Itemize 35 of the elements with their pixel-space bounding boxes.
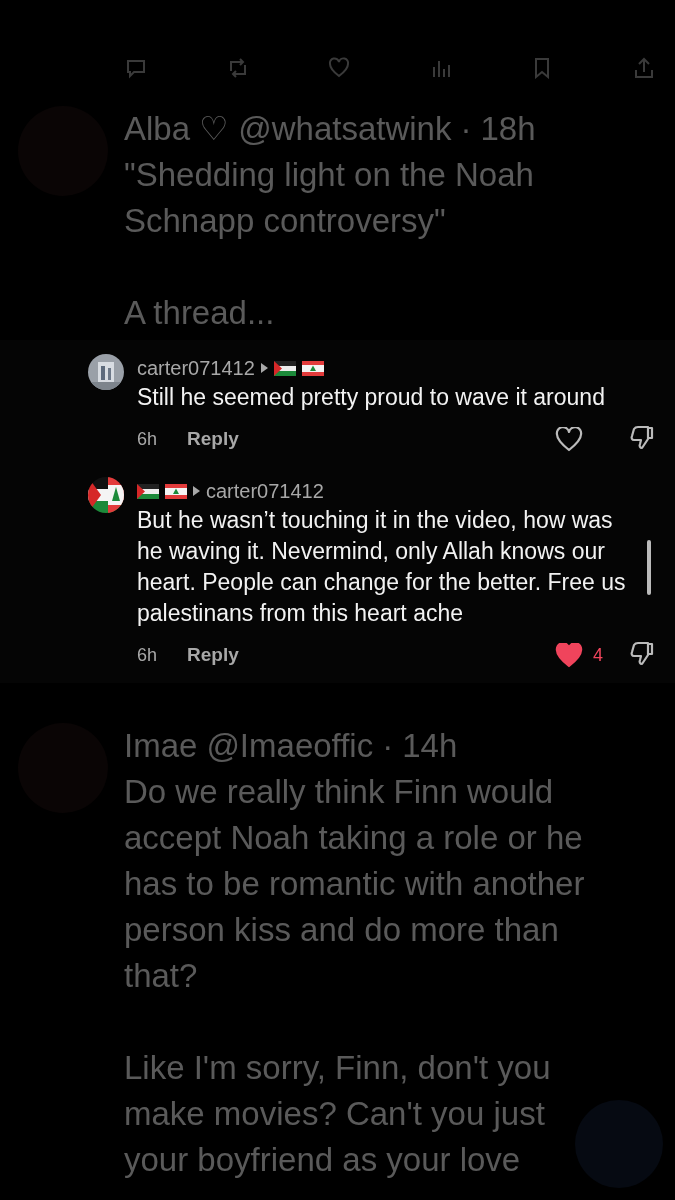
flag-avatar-icon[interactable] xyxy=(88,477,124,513)
tweet-author: Imae xyxy=(124,726,198,766)
dislike-icon[interactable] xyxy=(629,640,655,666)
flag-icon xyxy=(301,360,324,376)
tweet-text: Like I'm sorry, Finn, don't you make movies? Can't you just your boyfriend as your love xyxy=(124,1048,552,1180)
flag-icon xyxy=(273,360,296,376)
heart-icon[interactable] xyxy=(555,642,583,668)
tweet-text: "Shedding light on the Noah Schnapp controversy" xyxy=(124,155,535,241)
username[interactable]: carter071412 xyxy=(206,479,324,503)
scrollbar[interactable] xyxy=(647,540,651,595)
flag-icon xyxy=(165,483,187,499)
tweet-text: Do we really think Finn would accept Noah taking a role or he has to be romantic with another person kiss and do more than that? xyxy=(124,772,586,996)
tweet-separator: · xyxy=(382,726,394,766)
reply-button[interactable]: Reply xyxy=(187,428,239,450)
tweet-handle: @Imaeoffic xyxy=(206,726,374,766)
tweet-time: 18h xyxy=(480,109,536,149)
comment-icon[interactable] xyxy=(125,57,147,79)
tweet-text: A thread... xyxy=(124,293,276,333)
tweet-handle: @whatsatwink xyxy=(238,109,452,149)
tweet-separator: · xyxy=(460,109,472,149)
heart-icon[interactable] xyxy=(555,426,583,452)
comment-time: 6h xyxy=(137,428,159,450)
dislike-icon[interactable] xyxy=(629,424,655,450)
comment-text: Still he seemed pretty proud to wave it around xyxy=(137,383,606,412)
username[interactable]: carter071412 xyxy=(137,356,255,380)
comment-time: 6h xyxy=(137,644,159,666)
reply-button[interactable]: Reply xyxy=(187,644,239,666)
comment-text: But he wasn’t touching it in the video, how was he waving it. Nevermind, only Allah knows our heart. People can change for the better. Free us palestinans from this heart ache xyxy=(137,506,627,628)
tweet-time: 14h xyxy=(402,726,458,766)
like-count: 4 xyxy=(593,644,603,666)
caret-icon xyxy=(260,363,268,373)
tweet-author: Alba ♡ xyxy=(124,109,230,149)
caret-icon xyxy=(193,486,200,496)
share-icon[interactable] xyxy=(632,57,655,79)
flag-icon xyxy=(137,483,159,499)
